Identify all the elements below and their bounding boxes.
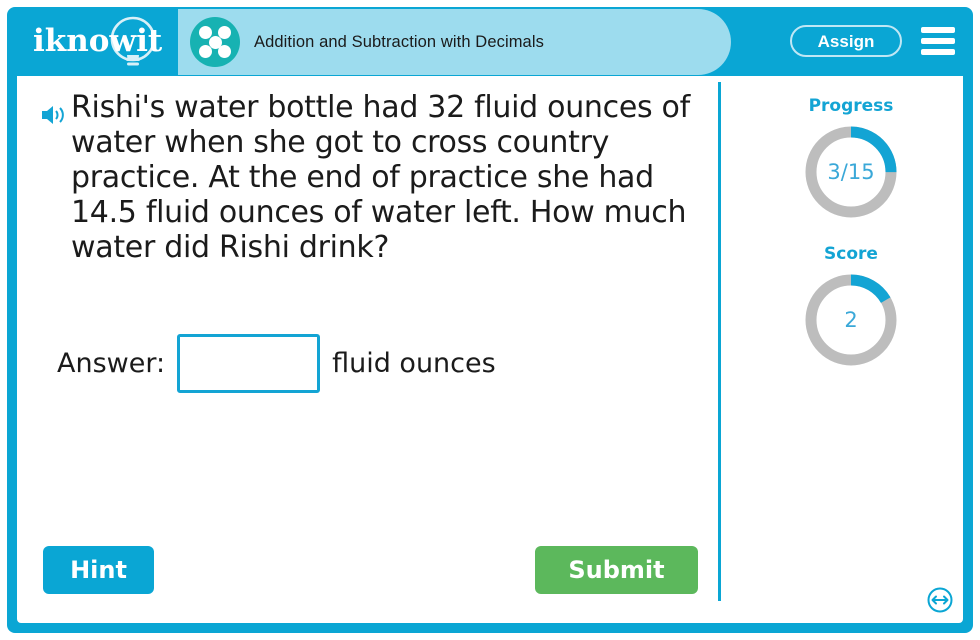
app-window: iknowit Addition and Subtraction with De… [7,7,973,633]
progress-block: Progress 3/15 [739,96,963,222]
progress-ring: 3/15 [801,122,901,222]
answer-unit-label: fluid ounces [332,348,496,379]
svg-text:iknowit: iknowit [33,23,163,59]
iknowit-logo[interactable]: iknowit [23,15,173,69]
five-dots-circle-icon [190,17,240,67]
progress-label: Progress [808,96,894,116]
hamburger-menu-icon[interactable] [921,27,955,55]
stats-panel: Progress 3/15 Score 2 [739,76,963,623]
question-text: Rishi's water bottle had 32 fluid ounces… [71,90,690,265]
hint-button[interactable]: Hint [43,546,154,594]
answer-row: Answer: fluid ounces [57,334,496,393]
answer-label: Answer: [57,348,166,379]
logo-graphic: iknowit [33,16,163,66]
answer-input[interactable] [177,334,321,393]
content-card: Rishi's water bottle had 32 fluid ounces… [17,76,963,623]
resize-horizontal-icon[interactable] [927,587,953,613]
panel-divider [718,82,721,601]
app-header: iknowit Addition and Subtraction with De… [7,7,973,76]
score-block: Score 2 [739,244,963,370]
score-value: 2 [844,308,858,332]
lesson-title-badge: Addition and Subtraction with Decimals [178,9,731,75]
question-block: Rishi's water bottle had 32 fluid ounces… [29,90,704,265]
score-ring: 2 [801,270,901,370]
progress-value: 3/15 [827,160,875,184]
assign-button[interactable]: Assign [790,25,902,57]
speaker-audio-icon[interactable] [41,103,69,127]
score-label: Score [824,244,878,264]
submit-button[interactable]: Submit [535,546,698,594]
page-title: Addition and Subtraction with Decimals [254,32,544,51]
